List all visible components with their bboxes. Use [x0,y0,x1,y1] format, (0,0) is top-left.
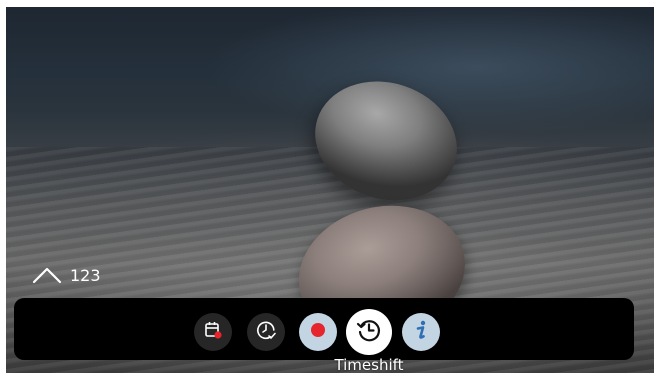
timeshift-button[interactable] [346,309,392,355]
timeshift-icon [355,316,383,348]
chevron-up-icon[interactable] [32,265,62,285]
focused-button-label: Timeshift [334,356,404,374]
calendar-record-icon [203,320,223,344]
clock-check-icon [255,319,277,345]
channel-number: 123 [70,265,101,285]
record-dot-icon [310,322,326,342]
watch-reminder-button[interactable] [247,313,285,351]
info-icon [411,319,431,345]
info-button[interactable] [402,313,440,351]
record-button[interactable] [299,313,337,351]
channel-indicator[interactable]: 123 [32,262,101,288]
schedule-recording-button[interactable] [194,313,232,351]
